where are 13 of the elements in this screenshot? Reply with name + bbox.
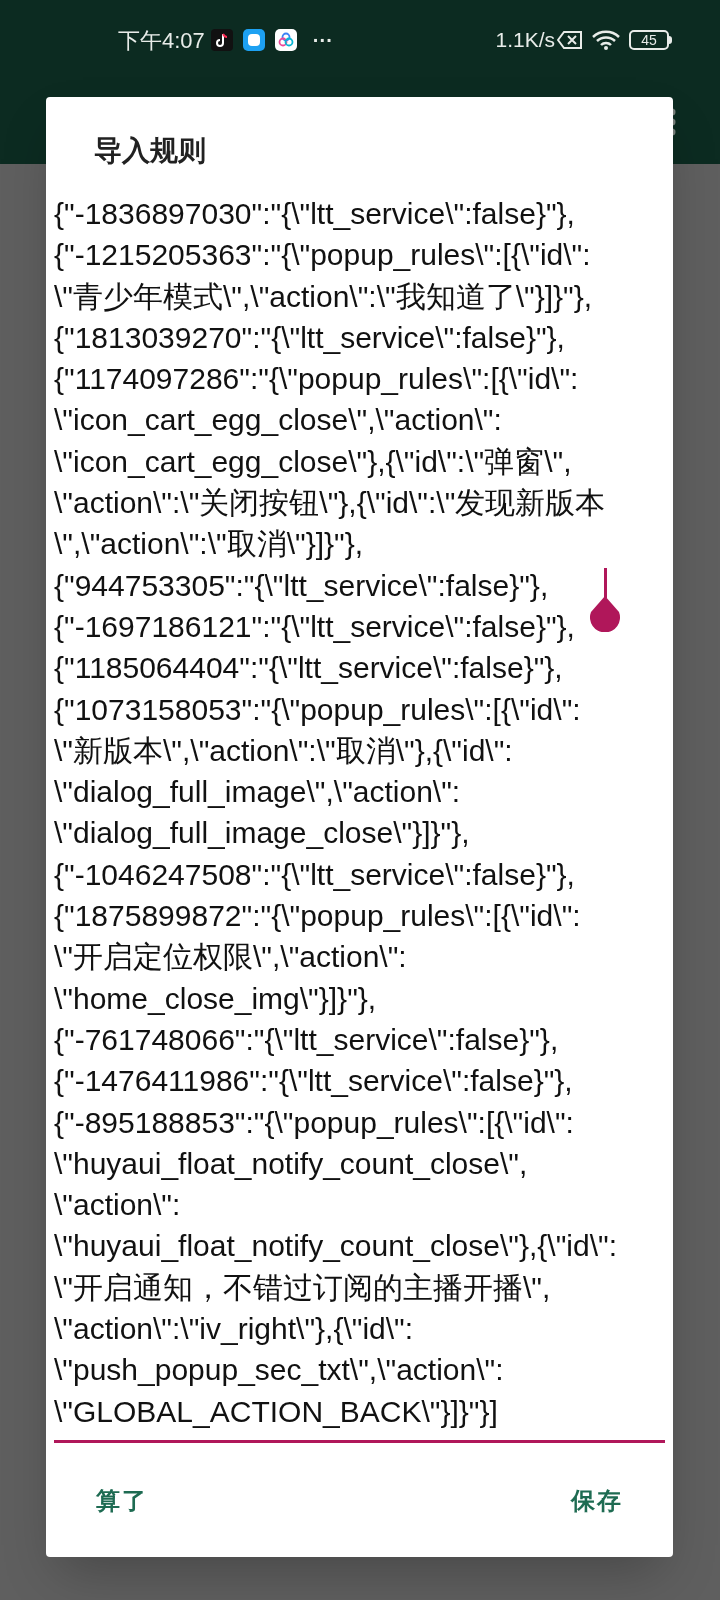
status-time: 下午4:07 [118, 26, 205, 55]
more-notifications: ··· [312, 28, 333, 53]
network-speed: 1.1K/s [495, 27, 555, 54]
chat-app-icon [242, 29, 265, 51]
save-button[interactable]: 保存 [545, 1470, 649, 1531]
cloud-app-icon [274, 29, 297, 51]
wifi-icon [591, 29, 621, 51]
no-sim-icon [557, 30, 583, 50]
cancel-button[interactable]: 算了 [70, 1470, 174, 1531]
battery-icon: 45 [629, 30, 672, 50]
text-cursor-handle[interactable] [588, 568, 622, 632]
music-app-icon [210, 29, 233, 51]
dialog-title: 导入规则 [94, 134, 207, 168]
